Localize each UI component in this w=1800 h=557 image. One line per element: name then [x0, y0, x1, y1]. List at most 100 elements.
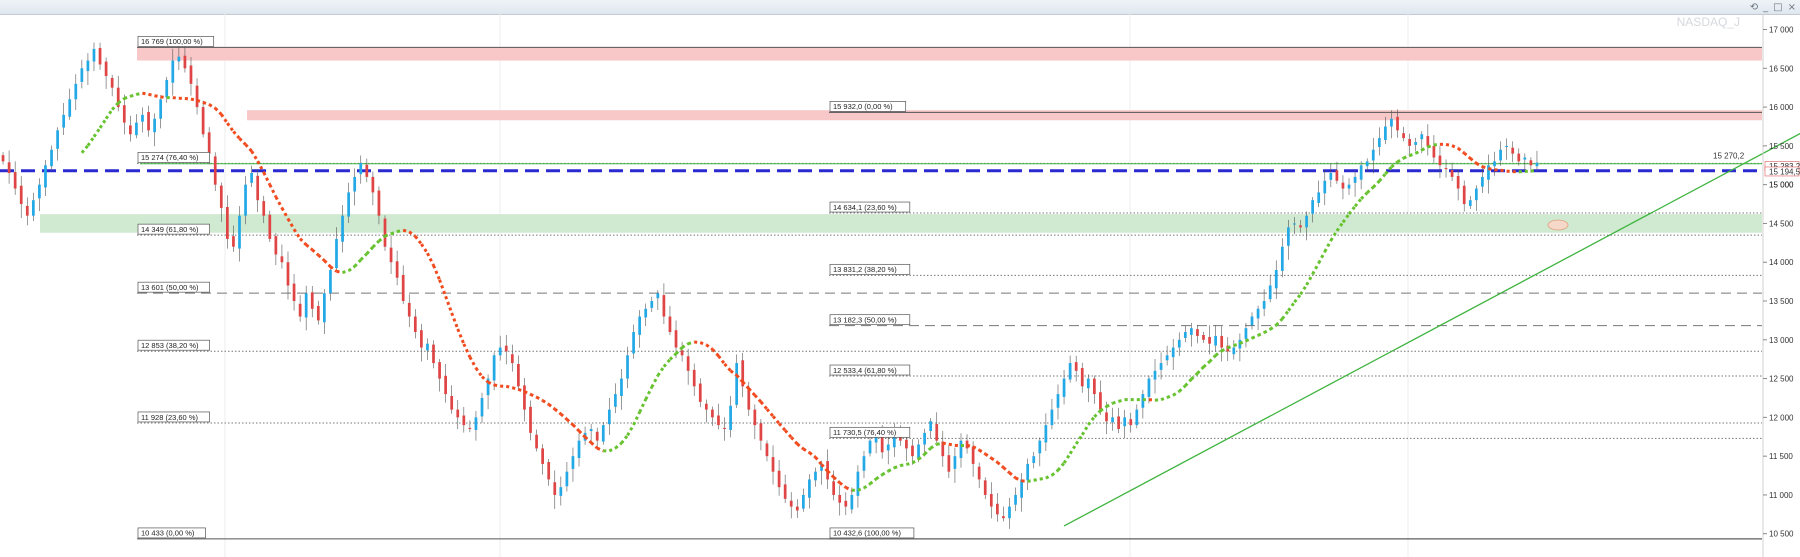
- symbol-watermark: NASDAQ_J: [1677, 15, 1740, 29]
- ma-segment: [863, 482, 871, 490]
- fib-left-label: 12 853 (38,20 %): [141, 341, 199, 350]
- candle-body: [1341, 182, 1345, 189]
- candle-body: [1014, 494, 1017, 505]
- ma-segment: [942, 441, 950, 446]
- ma-segment: [1172, 390, 1181, 397]
- ma-segment: [432, 264, 441, 281]
- candle-body: [1305, 215, 1308, 228]
- close-button[interactable]: ×: [1788, 2, 1796, 13]
- ma-segment: [644, 386, 654, 401]
- candle-body: [147, 112, 150, 131]
- ma-segment: [529, 393, 538, 399]
- ma-segment: [142, 91, 149, 96]
- ma-segment: [705, 343, 714, 351]
- candle-body: [323, 293, 326, 323]
- candle-body: [377, 190, 381, 216]
- candle-body: [310, 292, 314, 309]
- minimize-button[interactable]: _: [1763, 2, 1768, 13]
- candle-body: [50, 149, 53, 167]
- candle-body: [92, 48, 96, 62]
- ma-segment: [900, 462, 907, 468]
- candle-body: [753, 409, 757, 426]
- candle-body: [553, 482, 557, 495]
- candle-body: [341, 215, 344, 242]
- candle-body: [383, 218, 387, 247]
- ma-segment: [984, 452, 993, 460]
- candle-body: [1056, 394, 1060, 408]
- ma-segment: [353, 258, 362, 268]
- candle-body: [280, 256, 284, 263]
- candle-body: [498, 347, 502, 356]
- ma-segment: [208, 103, 217, 110]
- ma-segment: [505, 384, 513, 390]
- candle-body: [1493, 161, 1496, 167]
- ma-segment: [1409, 151, 1417, 157]
- y-tick-label: 16 500: [1769, 64, 1794, 73]
- fib-right-label: 15 932,0 (0,00 %): [833, 102, 893, 111]
- y-tick-label: 10 500: [1769, 530, 1794, 539]
- ma-segment: [699, 341, 707, 347]
- candle-body: [1080, 368, 1084, 387]
- candle-body: [1323, 180, 1327, 194]
- candle-body: [1214, 335, 1217, 346]
- ma-segment: [990, 456, 999, 464]
- candle-body: [480, 397, 484, 417]
- candle-body: [292, 283, 296, 302]
- ma-segment: [1166, 393, 1174, 399]
- candle-body: [177, 56, 181, 62]
- candle-body: [122, 105, 126, 123]
- candle-body: [316, 305, 320, 321]
- ma-segment: [1208, 354, 1217, 363]
- candle-body: [1396, 116, 1399, 131]
- ma-segment: [244, 143, 253, 153]
- price-chart[interactable]: 16 769 (100,00 %) 15 274 (76,40 %) 14 349 …: [0, 14, 1800, 557]
- maximize-button[interactable]: □: [1773, 2, 1782, 13]
- ma-segment: [196, 99, 204, 104]
- candle-body: [729, 405, 732, 430]
- candle-body: [1111, 417, 1114, 423]
- y-tick-label: 13 000: [1769, 336, 1794, 345]
- candle-body: [868, 440, 872, 454]
- current-price-bold: 15 000: [1769, 181, 1794, 190]
- candle-body: [25, 205, 29, 216]
- candle-body: [1481, 176, 1484, 187]
- candle-body: [1202, 334, 1205, 340]
- candle-body: [856, 471, 860, 496]
- candle-body: [850, 494, 854, 510]
- fib-right-label: 13 831,2 (38,20 %): [833, 265, 897, 274]
- candle-body: [1335, 170, 1339, 181]
- candle-body: [983, 480, 987, 495]
- y-tick-label: 14 000: [1769, 258, 1794, 267]
- ma-segment: [1008, 471, 1017, 480]
- ma-segment: [796, 442, 805, 451]
- candle-body: [795, 506, 799, 511]
- candle-body: [620, 378, 623, 396]
- candle-body: [335, 238, 338, 269]
- ma-segment: [336, 269, 343, 274]
- ma-segment: [978, 448, 987, 456]
- candle-body: [595, 431, 599, 441]
- candle-body: [1371, 149, 1375, 161]
- ma-segment: [838, 481, 847, 489]
- ma-segment: [468, 356, 478, 369]
- ma-segment: [220, 113, 229, 125]
- ma-segment: [541, 399, 550, 406]
- y-tick-label: 11 500: [1769, 452, 1793, 461]
- refresh-icon[interactable]: ⟲: [1750, 2, 1758, 13]
- candle-body: [1099, 392, 1102, 410]
- window-titlebar: ⟲ _ □ ×: [0, 0, 1800, 15]
- ma-segment: [1021, 479, 1028, 483]
- candle-body: [1147, 378, 1151, 397]
- candle-body: [31, 200, 35, 216]
- candle-body: [1129, 419, 1133, 426]
- candle-body: [1456, 175, 1460, 189]
- ma-segment: [1257, 331, 1265, 337]
- candle-body: [329, 269, 332, 294]
- ma-segment: [299, 237, 308, 246]
- candle-body: [650, 301, 654, 308]
- ma-segment: [771, 415, 781, 425]
- candle-body: [929, 421, 933, 432]
- ma-segment: [1311, 262, 1321, 275]
- ma-segment: [717, 354, 726, 365]
- candle-body: [844, 500, 848, 507]
